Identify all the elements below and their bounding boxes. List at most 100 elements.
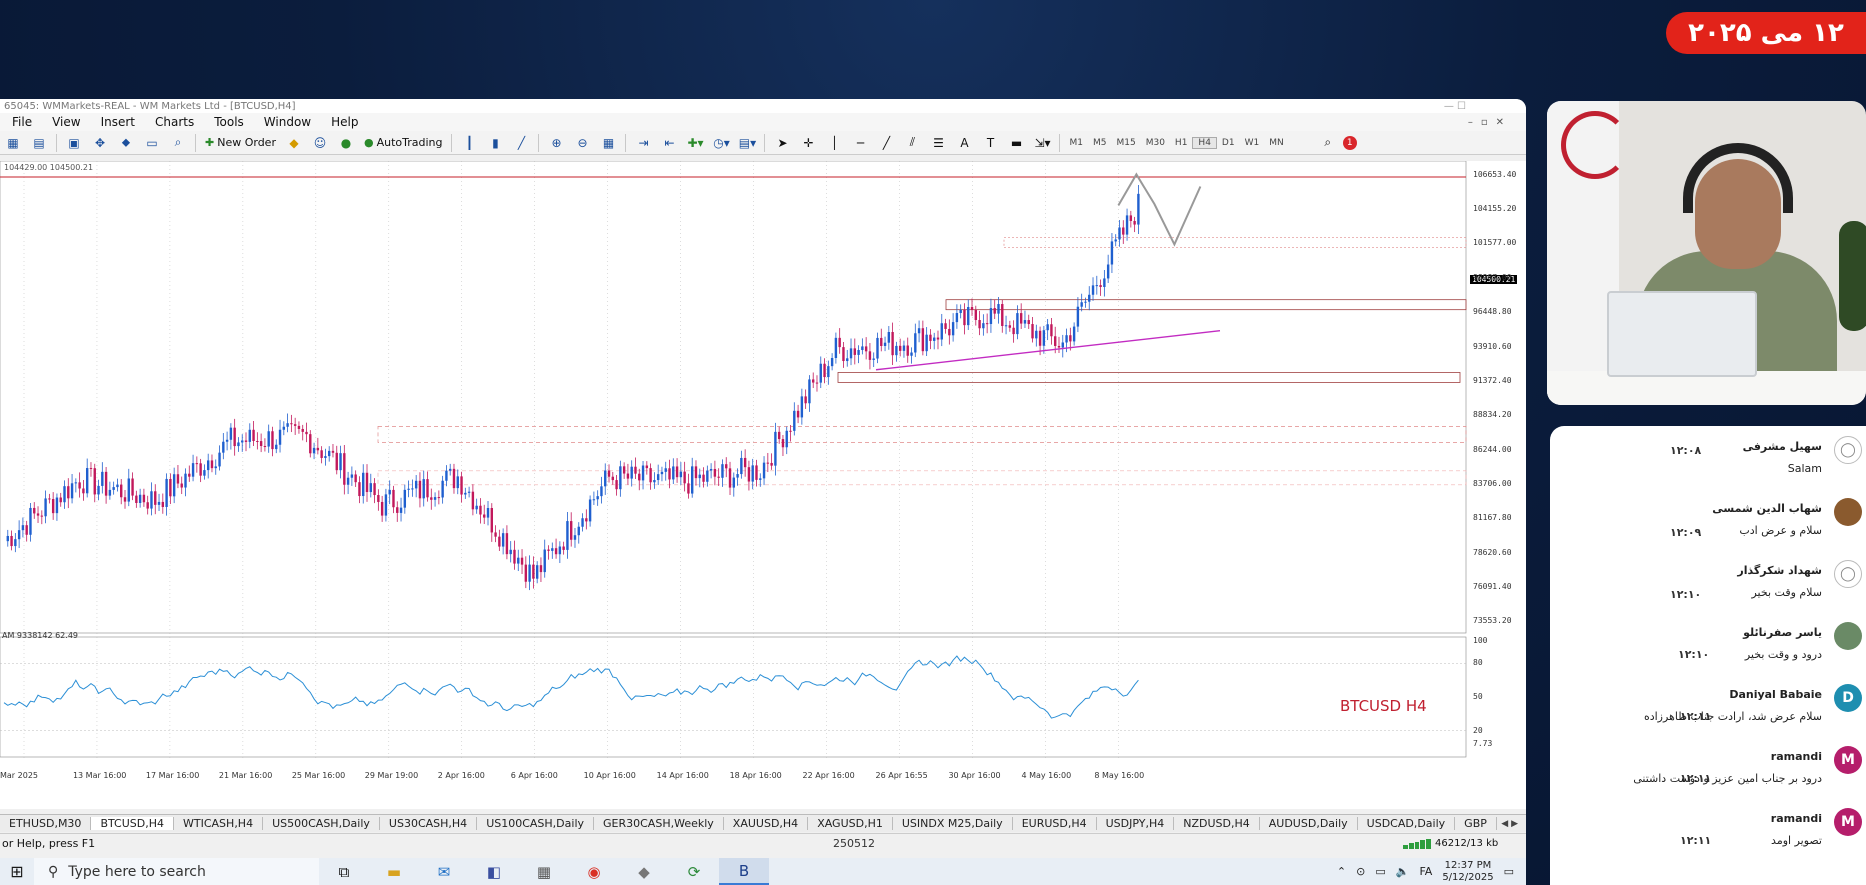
user-avatar[interactable]: M xyxy=(1834,808,1862,836)
user-avatar-icon[interactable] xyxy=(1834,498,1862,526)
chart-tab[interactable]: US100CASH,Daily xyxy=(477,817,595,830)
data-window-icon[interactable]: ✥ xyxy=(89,133,111,153)
timeframe-m5[interactable]: M5 xyxy=(1088,138,1112,148)
chart-tab[interactable]: AUDUSD,Daily xyxy=(1260,817,1358,830)
windows-start-icon[interactable]: ⊞ xyxy=(0,862,34,881)
candlestick-icon[interactable]: ▮ xyxy=(484,133,506,153)
user-avatar-icon[interactable]: ◯ xyxy=(1834,560,1862,588)
chart-tab[interactable]: ETHUSD,M30 xyxy=(0,817,92,830)
app-b-icon[interactable]: B xyxy=(719,858,769,885)
tray-language[interactable]: FA xyxy=(1419,865,1432,878)
calculator-icon[interactable]: ▦ xyxy=(519,858,569,885)
tray-clock[interactable]: 12:37 PM 5/12/2025 xyxy=(1442,860,1493,884)
templates-icon[interactable]: ▤▾ xyxy=(736,133,758,153)
indicators-icon[interactable]: ✚▾ xyxy=(684,133,706,153)
market-icon[interactable]: ● xyxy=(335,133,357,153)
menu-charts[interactable]: Charts xyxy=(145,115,204,129)
user-avatar-icon[interactable] xyxy=(1834,622,1862,650)
chart-shift-icon[interactable]: ⇤ xyxy=(658,133,680,153)
tabs-scroll-icon[interactable]: ◀ ▶ xyxy=(1501,819,1526,829)
app-icon[interactable]: ◆ xyxy=(619,858,669,885)
crosshair-icon[interactable]: ✛ xyxy=(797,133,819,153)
tile-windows-icon[interactable]: ▦ xyxy=(597,133,619,153)
menu-help[interactable]: Help xyxy=(321,115,368,129)
zoom-out-icon[interactable]: ⊖ xyxy=(571,133,593,153)
chart-tab[interactable]: XAGUSD,H1 xyxy=(808,817,893,830)
candle-body xyxy=(732,477,735,488)
menu-file[interactable]: File xyxy=(2,115,42,129)
timeframe-h4[interactable]: H4 xyxy=(1192,136,1217,149)
menu-view[interactable]: View xyxy=(42,115,90,129)
chart-tab[interactable]: US500CASH,Daily xyxy=(263,817,380,830)
timeframe-d1[interactable]: D1 xyxy=(1217,138,1240,148)
taskbar-search[interactable]: ⚲ Type here to search xyxy=(34,858,319,885)
bar-chart-icon[interactable]: ┃ xyxy=(458,133,480,153)
timeframe-m30[interactable]: M30 xyxy=(1141,138,1170,148)
tray-network-icon[interactable]: ▭ xyxy=(1375,865,1385,878)
user-avatar-icon[interactable]: ◯ xyxy=(1834,436,1862,464)
search-icon[interactable]: ⌕ xyxy=(1317,133,1339,153)
new-order-button[interactable]: ✚ New Order xyxy=(202,133,279,153)
trendline-icon[interactable]: ╱ xyxy=(875,133,897,153)
task-view-icon[interactable]: ⧉ xyxy=(319,858,369,885)
chart-tab[interactable]: NZDUSD,H4 xyxy=(1174,817,1260,830)
remote-app-icon[interactable]: ◧ xyxy=(469,858,519,885)
channel-icon[interactable]: ⫽ xyxy=(901,133,923,153)
timeframe-w1[interactable]: W1 xyxy=(1240,138,1265,148)
metaeditor-icon[interactable]: ◆ xyxy=(283,133,305,153)
zoom-in-icon[interactable]: ⊕ xyxy=(545,133,567,153)
connection-status[interactable]: 46212/13 kb xyxy=(1403,838,1498,849)
price-chart[interactable] xyxy=(0,161,1526,809)
chart-tab[interactable]: USDCAD,Daily xyxy=(1358,817,1456,830)
chart-tab[interactable]: WTICASH,H4 xyxy=(174,817,264,830)
tray-app-icon[interactable]: ⊙ xyxy=(1356,865,1365,878)
file-explorer-icon[interactable]: ▬ xyxy=(369,858,419,885)
tray-volume-icon[interactable]: 🔈 xyxy=(1396,865,1410,878)
menu-window[interactable]: Window xyxy=(254,115,321,129)
timeframe-m15[interactable]: M15 xyxy=(1111,138,1140,148)
user-avatar[interactable]: D xyxy=(1834,684,1862,712)
notification-icon[interactable]: 1 xyxy=(1342,135,1357,150)
signals-icon[interactable]: ☺ xyxy=(309,133,331,153)
user-avatar[interactable]: M xyxy=(1834,746,1862,774)
chart-tab[interactable]: USINDX M25,Daily xyxy=(893,817,1013,830)
timeframe-m1[interactable]: M1 xyxy=(1064,138,1088,148)
menu-tools[interactable]: Tools xyxy=(204,115,254,129)
timeframe-mn[interactable]: MN xyxy=(1264,138,1289,148)
autotrading-button[interactable]: ● AutoTrading xyxy=(361,133,446,153)
outlook-icon[interactable]: ✉ xyxy=(419,858,469,885)
menu-insert[interactable]: Insert xyxy=(91,115,145,129)
line-chart-icon[interactable]: ╱ xyxy=(510,133,532,153)
chart-tab[interactable]: XAUUSD,H4 xyxy=(724,817,809,830)
navigator-icon[interactable]: ⬥ xyxy=(115,133,137,153)
horizontal-line-icon[interactable]: ─ xyxy=(849,133,871,153)
fibonacci-icon[interactable]: ☰ xyxy=(927,133,949,153)
new-chart-icon[interactable]: ▦ xyxy=(2,133,24,153)
chart-tab[interactable]: US30CASH,H4 xyxy=(380,817,478,830)
chart-tab[interactable]: GBP xyxy=(1455,817,1497,830)
rectangle-icon[interactable]: ▬ xyxy=(1005,133,1027,153)
notifications-icon[interactable]: ▭ xyxy=(1504,865,1514,878)
mdi-window-controls[interactable]: –▫✕ xyxy=(1468,117,1512,128)
metatrader-icon[interactable]: ⟳ xyxy=(669,858,719,885)
text-label-icon[interactable]: T xyxy=(979,133,1001,153)
chart-area[interactable]: 104429.00 104500.21 104500.21 BTCUSD H4 … xyxy=(0,161,1526,809)
auto-scroll-icon[interactable]: ⇥ xyxy=(632,133,654,153)
strategy-tester-icon[interactable]: ⌕ xyxy=(167,133,189,153)
text-tool-icon[interactable]: A xyxy=(953,133,975,153)
chart-tab[interactable]: BTCUSD,H4 xyxy=(91,817,175,830)
timeframe-h1[interactable]: H1 xyxy=(1170,138,1193,148)
window-controls[interactable]: — ☐ xyxy=(1444,101,1466,112)
market-watch-icon[interactable]: ▣ xyxy=(63,133,85,153)
chart-tab[interactable]: EURUSD,H4 xyxy=(1013,817,1097,830)
chart-tab[interactable]: GER30CASH,Weekly xyxy=(594,817,724,830)
tray-chevron-icon[interactable]: ⌃ xyxy=(1337,865,1346,878)
cursor-icon[interactable]: ➤ xyxy=(771,133,793,153)
vertical-line-icon[interactable]: │ xyxy=(823,133,845,153)
chrome-icon[interactable]: ◉ xyxy=(569,858,619,885)
chart-tab[interactable]: USDJPY,H4 xyxy=(1097,817,1175,830)
terminal-icon[interactable]: ▭ xyxy=(141,133,163,153)
periods-icon[interactable]: ◷▾ xyxy=(710,133,732,153)
profiles-icon[interactable]: ▤ xyxy=(28,133,50,153)
arrows-icon[interactable]: ⇲▾ xyxy=(1031,133,1053,153)
